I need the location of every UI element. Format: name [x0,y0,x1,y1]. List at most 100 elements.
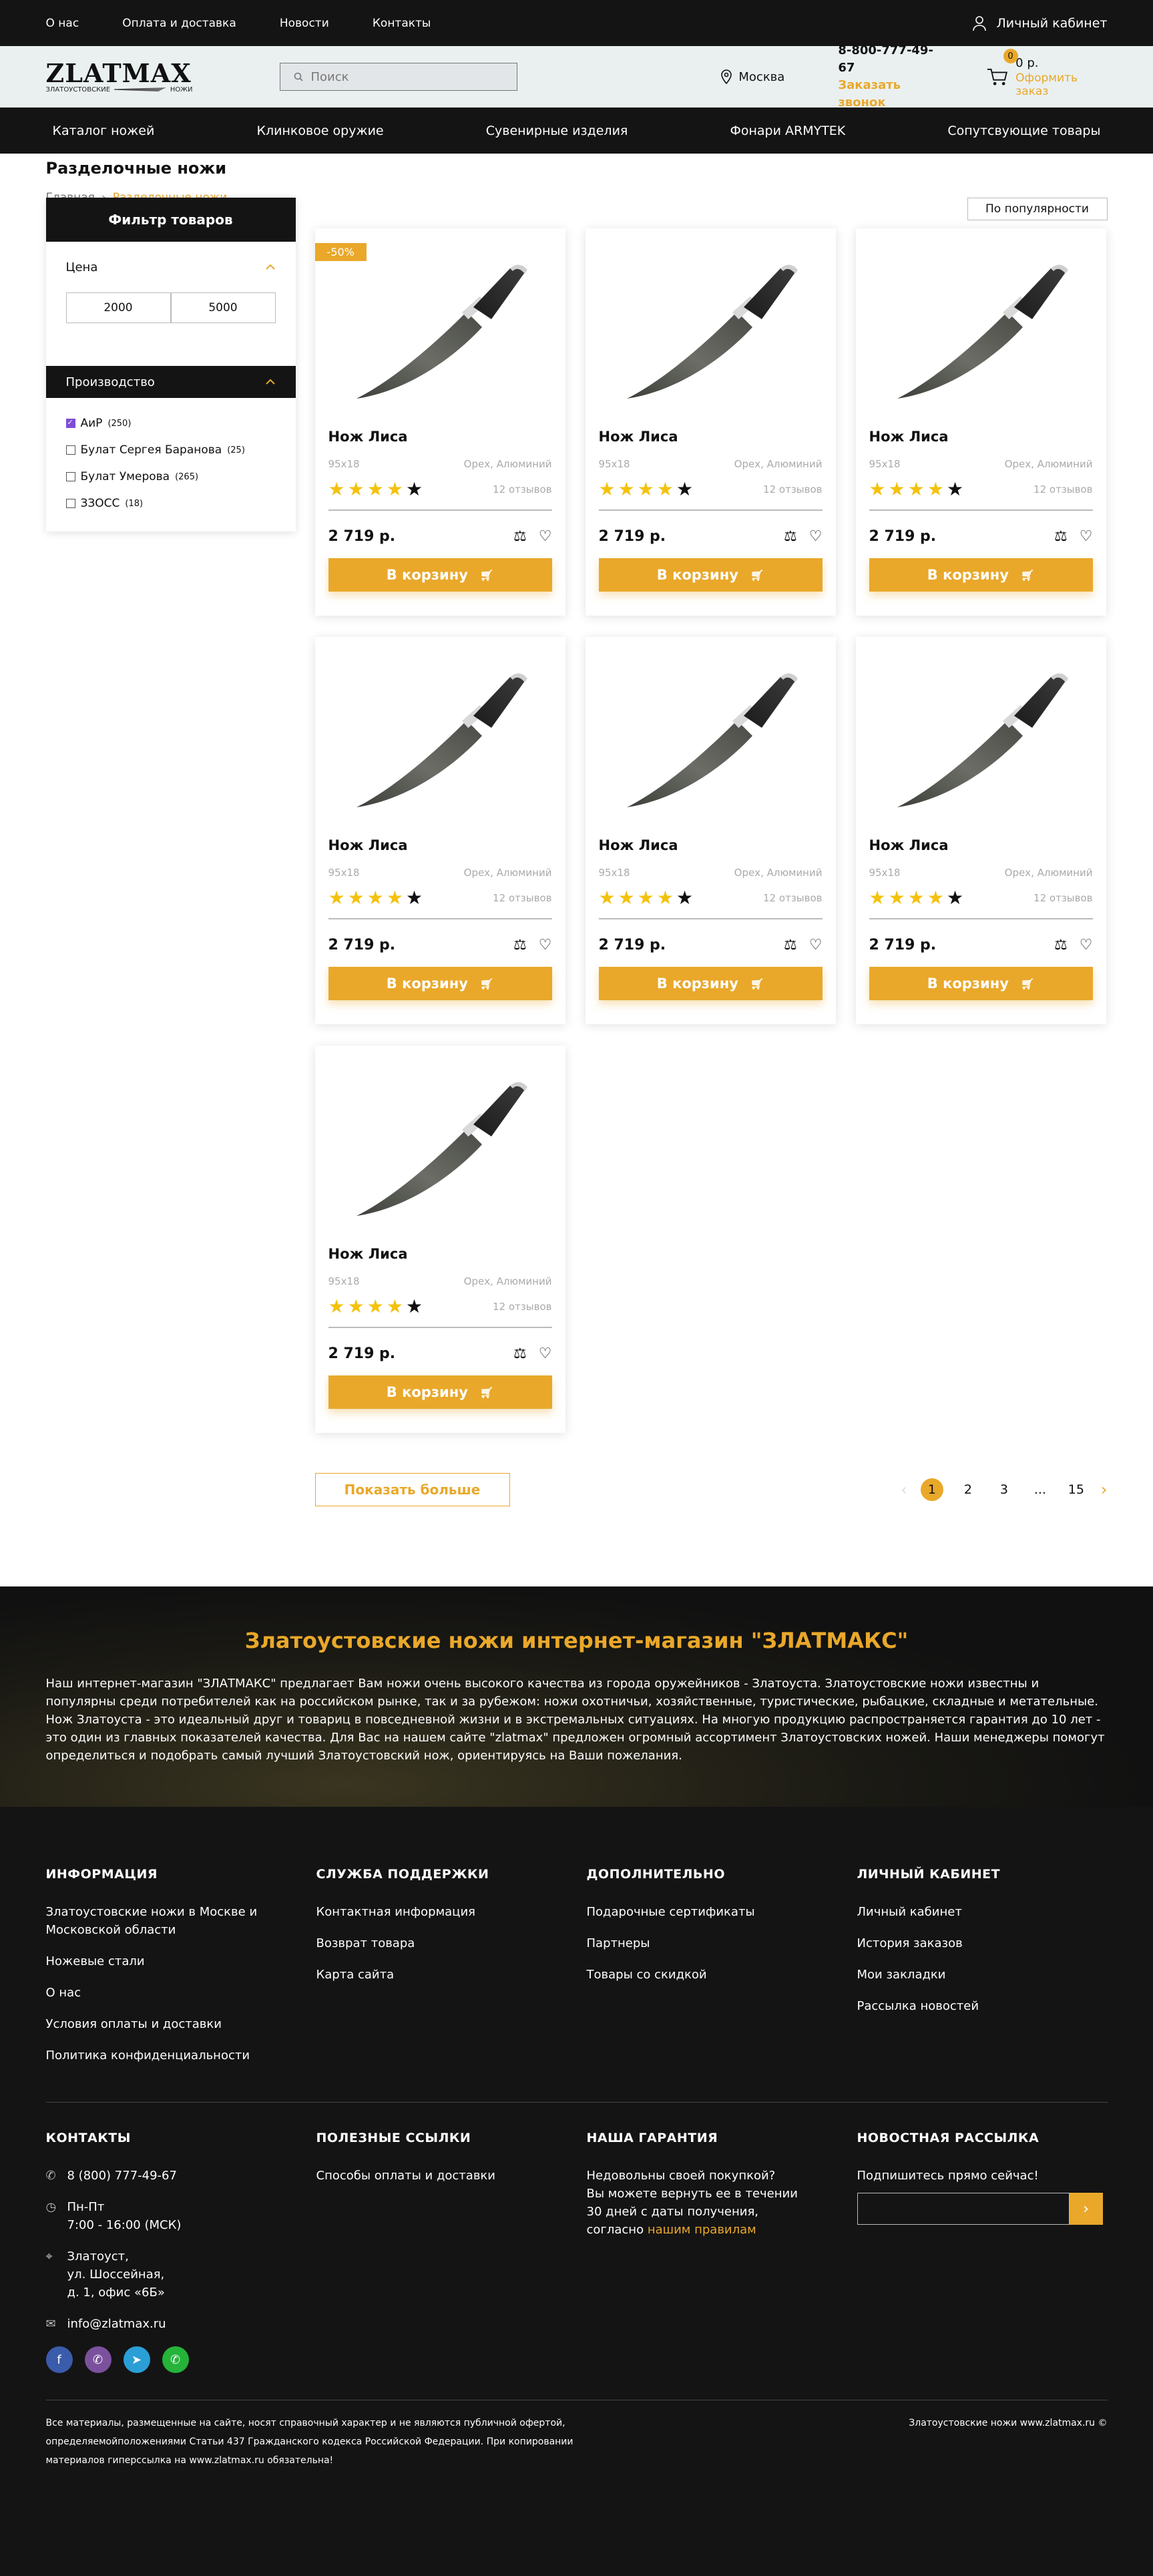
checkbox-icon[interactable] [65,499,75,508]
facebook-icon[interactable]: f [45,2346,73,2373]
reviews-count[interactable]: 12 отзывов [763,892,822,904]
whatsapp-icon[interactable]: ✆ [162,2346,189,2373]
viber-icon[interactable]: ✆ [84,2346,111,2373]
maker-checkbox[interactable]: Булат Сергея Баранова (25) [65,437,276,463]
product-card[interactable]: Нож Лиса 95х18 Орех, Алюминий ★★★★★ 12 отзыв… [586,637,836,1024]
reviews-count[interactable]: 12 отзывов [1033,892,1092,904]
header-phone[interactable]: 8-800-777-49-67 [838,42,945,77]
top-link-payment[interactable]: Оплата и доставка [122,17,236,30]
top-link-about[interactable]: О нас [46,17,79,30]
telegram-icon[interactable]: ➤ [123,2346,150,2373]
heart-icon[interactable]: ♡ [809,937,823,953]
nav-catalog[interactable]: Каталог ножей [53,124,155,138]
add-to-cart-button[interactable]: В корзину 🛒︎ [598,558,823,592]
product-image[interactable] [328,637,552,837]
add-to-cart-button[interactable]: В корзину 🛒︎ [869,558,1093,592]
compare-icon[interactable]: ⚖ [1054,528,1068,545]
footer-link[interactable]: О нас [46,1984,296,2002]
maker-section-toggle[interactable]: Производство [45,366,296,398]
footer-link[interactable]: Ножевые стали [46,1952,296,1970]
product-card[interactable]: Нож Лиса 95х18 Орех, Алюминий ★★★★★ 12 отзыв… [856,228,1106,616]
heart-icon[interactable]: ♡ [1080,528,1093,545]
product-image[interactable] [328,1046,552,1246]
nav-souvenirs[interactable]: Сувенирные изделия [486,124,628,138]
nav-blade-weapons[interactable]: Клинковое оружие [256,124,383,138]
product-image[interactable] [599,637,823,837]
product-title[interactable]: Нож Лиса [328,429,552,445]
page-number[interactable]: 3 [993,1478,1015,1501]
guarantee-rules-link[interactable]: нашим правилам [648,2223,756,2237]
heart-icon[interactable]: ♡ [539,1345,552,1362]
compare-icon[interactable]: ⚖ [513,937,527,953]
reviews-count[interactable]: 12 отзывов [763,483,822,495]
show-more-button[interactable]: Показать больше [314,1473,510,1506]
maker-checkbox[interactable]: АиР (250) [65,410,276,437]
footer-link[interactable]: Политика конфиденциальности [46,2047,296,2065]
footer-link-payment[interactable]: Способы оплаты и доставки [316,2167,567,2185]
footer-email[interactable]: info@zlatmax.ru [67,2315,166,2333]
footer-link[interactable]: Златоустовские ножи в Москве и Московско… [46,1903,296,1939]
prev-page-icon[interactable]: ‹ [901,1480,907,1499]
product-card[interactable]: Нож Лиса 95х18 Орех, Алюминий ★★★★★ 12 отзыв… [315,637,565,1024]
nav-accessories[interactable]: Сопутсвующие товары [947,124,1100,138]
product-image[interactable] [599,228,823,429]
price-section-toggle[interactable]: Цена [46,242,296,292]
heart-icon[interactable]: ♡ [809,528,823,545]
compare-icon[interactable]: ⚖ [784,937,797,953]
footer-link[interactable]: Рассылка новостей [857,1997,1108,2015]
product-card[interactable]: Нож Лиса 95х18 Орех, Алюминий ★★★★★ 12 отзыв… [586,228,836,616]
footer-link[interactable]: Партнеры [587,1934,837,1952]
page-number[interactable]: 2 [957,1478,979,1501]
nav-flashlights[interactable]: Фонари ARMYTEK [730,124,846,138]
footer-phone[interactable]: 8 (800) 777-49-67 [67,2167,177,2185]
top-link-news[interactable]: Новости [280,17,329,30]
newsletter-email-input[interactable] [857,2193,1070,2225]
product-title[interactable]: Нож Лиса [869,429,1093,445]
reviews-count[interactable]: 12 отзывов [1033,483,1092,495]
product-card[interactable]: Нож Лиса 95х18 Орех, Алюминий ★★★★★ 12 отзыв… [856,637,1106,1024]
page-number[interactable]: 1 [920,1478,943,1501]
heart-icon[interactable]: ♡ [539,528,552,545]
maker-checkbox[interactable]: Булат Умерова (265) [65,463,276,490]
account-link[interactable]: Личный кабинет [972,15,1108,31]
footer-link[interactable]: Карта сайта [316,1966,567,1984]
next-page-icon[interactable]: › [1101,1480,1108,1499]
product-image[interactable] [869,228,1093,429]
product-title[interactable]: Нож Лиса [599,837,823,853]
compare-icon[interactable]: ⚖ [784,528,797,545]
add-to-cart-button[interactable]: В корзину 🛒︎ [328,967,552,1000]
reviews-count[interactable]: 12 отзывов [493,1301,551,1313]
add-to-cart-button[interactable]: В корзину 🛒︎ [598,967,823,1000]
search-input[interactable]: Поиск [279,63,518,91]
cart[interactable]: 0 0 р. Оформить заказ [987,49,1108,98]
product-card[interactable]: Нож Лиса 95х18 Орех, Алюминий ★★★★★ 12 отзыв… [315,1046,565,1433]
sort-select[interactable]: По популярности [967,198,1108,220]
heart-icon[interactable]: ♡ [539,937,552,953]
footer-link[interactable]: Подарочные сертификаты [587,1903,837,1921]
footer-link[interactable]: Товары со скидкой [587,1966,837,1984]
maker-checkbox[interactable]: ЗЗОСС (18) [65,490,276,517]
footer-link[interactable]: Условия оплаты и доставки [46,2015,296,2033]
footer-link[interactable]: Мои закладки [857,1966,1108,1984]
footer-link[interactable]: История заказов [857,1934,1108,1952]
checkout-link[interactable]: Оформить заказ [1015,71,1107,98]
newsletter-submit-button[interactable]: › [1069,2193,1103,2225]
logo[interactable]: ZLATMAX ЗЛАТОУСТОВСКИЕ НОЖИ [46,60,193,93]
footer-link[interactable]: Возврат товара [316,1934,567,1952]
add-to-cart-button[interactable]: В корзину 🛒︎ [869,967,1093,1000]
footer-link[interactable]: Контактная информация [316,1903,567,1921]
checkbox-icon[interactable] [65,472,75,481]
product-title[interactable]: Нож Лиса [328,837,552,853]
product-title[interactable]: Нож Лиса [869,837,1093,853]
checkbox-icon[interactable] [65,445,75,455]
compare-icon[interactable]: ⚖ [1054,937,1068,953]
heart-icon[interactable]: ♡ [1080,937,1093,953]
add-to-cart-button[interactable]: В корзину 🛒︎ [328,558,552,592]
reviews-count[interactable]: 12 отзывов [493,483,551,495]
product-card[interactable]: -50% Нож Лиса 95х18 Орех, Алюминий ★★★★★ 12 о… [314,228,565,616]
add-to-cart-button[interactable]: В корзину 🛒︎ [328,1375,552,1409]
top-link-contacts[interactable]: Контакты [373,17,431,30]
product-title[interactable]: Нож Лиса [328,1246,552,1262]
city-selector[interactable]: Москва [721,69,784,84]
product-title[interactable]: Нож Лиса [599,429,823,445]
